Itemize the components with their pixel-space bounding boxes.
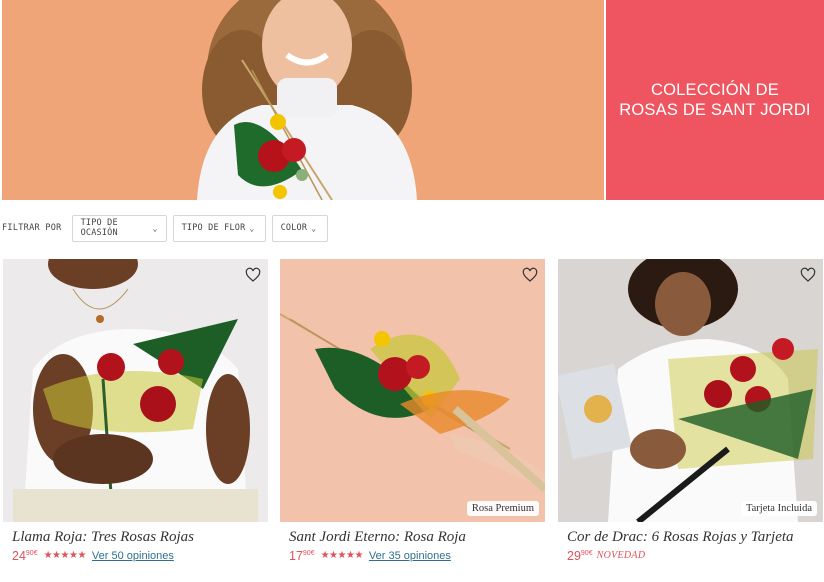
price-decimal: 90€ bbox=[25, 549, 38, 557]
product-photo bbox=[3, 259, 268, 522]
product-name[interactable]: Llama Roja: Tres Rosas Rojas bbox=[12, 529, 268, 546]
price-integer: 29 bbox=[567, 548, 581, 563]
product-meta: 1790€ ★★★★★ Ver 35 opiniones bbox=[289, 548, 545, 563]
price-integer: 17 bbox=[289, 548, 303, 563]
reviews-link[interactable]: Ver 35 opiniones bbox=[369, 550, 451, 562]
heart-outline-icon[interactable] bbox=[245, 267, 261, 283]
product-image[interactable]: Tarjeta Incluida bbox=[558, 259, 823, 522]
product-price: 1790€ bbox=[289, 549, 315, 563]
product-image[interactable] bbox=[3, 259, 268, 522]
hero-title: COLECCIÓN DE ROSAS DE SANT JORDI bbox=[615, 80, 815, 120]
product-meta: 2490€ ★★★★★ Ver 50 opiniones bbox=[12, 548, 268, 563]
star-rating-icon: ★★★★★ bbox=[43, 550, 87, 561]
chevron-down-icon: ⌄ bbox=[152, 223, 158, 233]
heart-outline-icon[interactable] bbox=[522, 267, 538, 283]
filter-flower-label: TIPO DE FLOR bbox=[181, 223, 246, 233]
hero-banner: COLECCIÓN DE ROSAS DE SANT JORDI bbox=[2, 0, 824, 200]
product-badge: Rosa Premium bbox=[466, 501, 539, 516]
hero-title-line-2: ROSAS DE SANT JORDI bbox=[619, 101, 811, 119]
filter-color-dropdown[interactable]: COLOR ⌄ bbox=[271, 214, 328, 242]
product-photo bbox=[280, 259, 545, 522]
filter-bar: FILTRAR POR TIPO DE OCASIÓN ⌄ TIPO DE FL… bbox=[2, 214, 334, 242]
product-badge: Tarjeta Incluida bbox=[740, 501, 817, 516]
price-decimal: 90€ bbox=[580, 549, 593, 557]
chevron-down-icon: ⌄ bbox=[311, 223, 317, 233]
product-name[interactable]: Cor de Drac: 6 Rosas Rojas y Tarjeta bbox=[567, 529, 823, 546]
product-price: 2490€ bbox=[12, 549, 38, 563]
product-price: 2990€ bbox=[567, 549, 593, 563]
filter-flower-dropdown[interactable]: TIPO DE FLOR ⌄ bbox=[172, 214, 266, 242]
hero-photo bbox=[2, 0, 604, 200]
price-decimal: 90€ bbox=[302, 549, 315, 557]
chevron-down-icon: ⌄ bbox=[249, 223, 255, 233]
heart-outline-icon[interactable] bbox=[800, 267, 816, 283]
hero-woman-image bbox=[2, 0, 604, 200]
product-photo bbox=[558, 259, 823, 522]
filter-occasion-label: TIPO DE OCASIÓN bbox=[80, 218, 118, 238]
product-card[interactable]: Rosa Premium Sant Jordi Eterno: Rosa Roj… bbox=[280, 259, 545, 563]
price-integer: 24 bbox=[12, 548, 26, 563]
product-meta: 2990€ NOVEDAD bbox=[567, 548, 823, 563]
hero-collection-card[interactable]: COLECCIÓN DE ROSAS DE SANT JORDI bbox=[606, 0, 824, 200]
star-rating-icon: ★★★★★ bbox=[320, 550, 364, 561]
product-card[interactable]: Llama Roja: Tres Rosas Rojas 2490€ ★★★★★… bbox=[3, 259, 268, 563]
product-image[interactable]: Rosa Premium bbox=[280, 259, 545, 522]
product-card[interactable]: Tarjeta Incluida Cor de Drac: 6 Rosas Ro… bbox=[558, 259, 823, 563]
new-tag: NOVEDAD bbox=[596, 550, 646, 561]
filter-occasion-dropdown[interactable]: TIPO DE OCASIÓN ⌄ bbox=[71, 214, 167, 242]
product-name[interactable]: Sant Jordi Eterno: Rosa Roja bbox=[289, 529, 545, 546]
hero-title-line-1: COLECCIÓN DE bbox=[650, 81, 779, 99]
reviews-link[interactable]: Ver 50 opiniones bbox=[92, 550, 174, 562]
filter-label: FILTRAR POR bbox=[2, 223, 62, 233]
filter-color-label: COLOR bbox=[280, 223, 308, 233]
